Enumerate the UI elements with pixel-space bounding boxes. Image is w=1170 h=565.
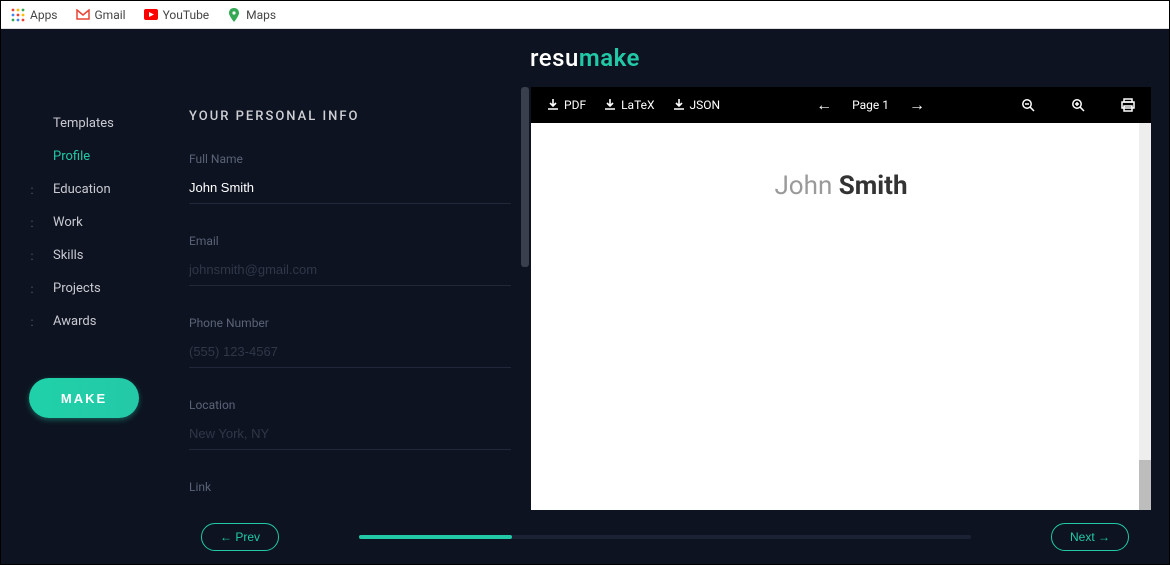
logo-part-1: resu [530,44,579,72]
nav-item-awards[interactable]: :: Awards [19,305,171,338]
arrow-right-icon: → [909,95,925,115]
next-button[interactable]: Next → [1051,523,1129,551]
drag-handle-icon[interactable]: :: [19,315,43,329]
bookmark-gmail[interactable]: Gmail [76,8,126,22]
zoom-out-icon [1021,98,1035,112]
print-icon [1121,98,1135,112]
zoom-out-button[interactable] [1015,94,1041,116]
pdf-preview-page: John Smith [531,123,1151,510]
drag-handle-icon[interactable]: :: [19,282,43,296]
preview-panel: PDF LaTeX JSON ← Pag [531,87,1151,510]
nav-item-templates[interactable]: Templates [19,107,171,140]
resume-first-name: John [774,171,832,201]
link-input[interactable] [189,504,511,510]
field-label: Link [189,480,511,494]
field-label: Location [189,398,511,412]
nav-label: Education [53,182,111,197]
field-label: Phone Number [189,316,511,330]
resume-last-name: Smith [839,171,908,201]
nav-item-work[interactable]: :: Work [19,206,171,239]
export-label: JSON [690,98,721,112]
field-link: Link [189,480,511,510]
email-input[interactable] [189,258,511,286]
app-footer: ← Prev Next → [1,510,1169,564]
export-latex-button[interactable]: LaTeX [598,94,660,116]
nav-item-skills[interactable]: :: Skills [19,239,171,272]
youtube-icon [144,8,158,22]
bookmark-label: YouTube [163,8,210,22]
form-panel: YOUR PERSONAL INFO Full Name Email Phone… [171,87,531,510]
nav-item-education[interactable]: :: Education [19,173,171,206]
nav-item-projects[interactable]: :: Projects [19,272,171,305]
drag-handle-icon[interactable]: :: [19,183,43,197]
location-input[interactable] [189,422,511,450]
app-header: resumake [1,29,1169,87]
apps-grid-icon [11,8,25,22]
phone-input[interactable] [189,340,511,368]
nav-label: Templates [53,116,114,131]
export-label: PDF [564,98,586,112]
pdf-toolbar: PDF LaTeX JSON ← Pag [531,87,1151,123]
print-button[interactable] [1115,94,1141,116]
zoom-in-icon [1071,98,1085,112]
progress-bar[interactable] [359,535,971,539]
field-label: Email [189,234,511,248]
nav-label: Awards [53,314,96,329]
zoom-in-button[interactable] [1065,94,1091,116]
drag-handle-icon[interactable]: :: [19,216,43,230]
bookmark-maps[interactable]: Maps [227,8,276,22]
prev-page-button[interactable]: ← [810,91,838,119]
bookmark-apps[interactable]: Apps [11,8,58,22]
app-body: Templates Profile :: Education :: Work :… [1,87,1169,510]
preview-scrollbar[interactable] [1139,123,1151,510]
field-email: Email [189,234,511,286]
download-icon [604,99,616,111]
arrow-left-icon: ← [816,95,832,115]
prev-button[interactable]: ← Prev [201,523,279,551]
nav-label: Skills [53,248,84,263]
page-indicator: Page 1 [844,98,897,112]
field-location: Location [189,398,511,450]
maps-pin-icon [227,8,241,22]
make-button[interactable]: MAKE [29,378,139,418]
nav-label: Work [53,215,83,230]
fullname-input[interactable] [189,176,511,204]
browser-bookmarks-bar: Apps Gmail YouTube Maps [1,1,1169,29]
field-phone: Phone Number [189,316,511,368]
logo-part-2: make [579,44,640,72]
bookmark-youtube[interactable]: YouTube [144,8,210,22]
next-page-button[interactable]: → [903,91,931,119]
drag-handle-icon[interactable]: :: [19,249,43,263]
export-label: LaTeX [621,98,654,112]
resume-name-heading: John Smith [551,171,1131,201]
form-scrollbar[interactable] [521,87,529,510]
field-label: Full Name [189,152,511,166]
export-pdf-button[interactable]: PDF [541,94,592,116]
download-icon [547,99,559,111]
bookmark-label: Apps [30,8,58,22]
export-json-button[interactable]: JSON [667,94,727,116]
bookmark-label: Gmail [95,8,126,22]
nav-item-profile[interactable]: Profile [19,140,171,173]
progress-fill [359,535,512,539]
nav-label: Projects [53,281,101,296]
app-logo[interactable]: resumake [530,44,640,72]
section-title: YOUR PERSONAL INFO [189,109,511,124]
sidebar-nav: Templates Profile :: Education :: Work :… [1,87,171,510]
download-icon [673,99,685,111]
nav-label: Profile [53,149,90,164]
bookmark-label: Maps [246,8,276,22]
field-fullname: Full Name [189,152,511,204]
gmail-icon [76,8,90,22]
app-container: resumake Templates Profile :: Education … [1,29,1169,564]
